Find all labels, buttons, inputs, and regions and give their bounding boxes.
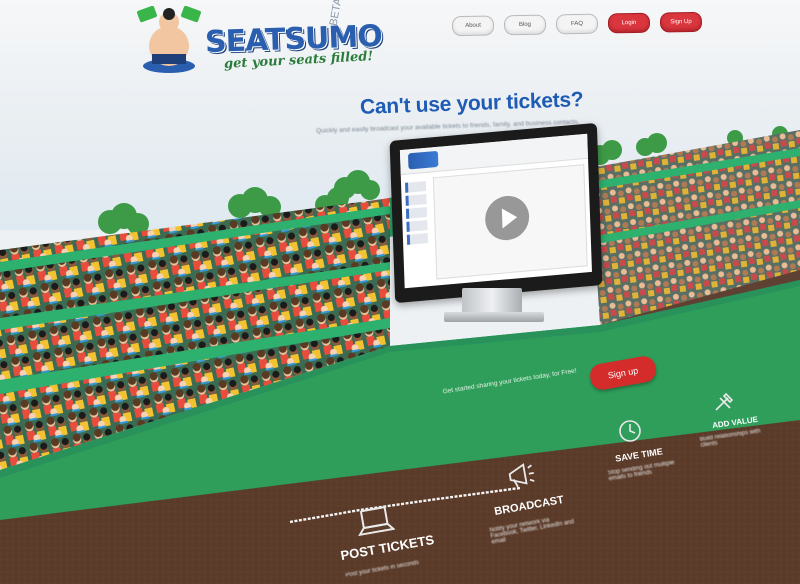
monitor-screen-frame <box>389 122 603 304</box>
monitor-screen <box>399 133 592 289</box>
screen-sidebar <box>405 178 430 280</box>
laptop-icon <box>358 506 395 537</box>
page: SEATSUMO BETA get your seats filled! Abo… <box>0 0 800 584</box>
screen-video-area <box>432 164 588 280</box>
monitor-base <box>444 312 544 322</box>
nav-about-button[interactable]: About <box>451 15 495 37</box>
tools-icon <box>715 392 734 411</box>
screen-logo <box>407 150 439 170</box>
nav-signup-button[interactable]: Sign Up <box>659 11 703 33</box>
nav-blog-button[interactable]: Blog <box>503 14 547 36</box>
nav-login-button[interactable]: Login <box>607 12 651 34</box>
megaphone-icon <box>508 463 535 488</box>
monitor-preview <box>389 122 603 322</box>
sumo-mascot-icon <box>137 6 201 73</box>
clock-icon <box>619 420 641 442</box>
play-icon[interactable] <box>484 194 530 242</box>
nav-faq-button[interactable]: FAQ <box>555 13 599 35</box>
